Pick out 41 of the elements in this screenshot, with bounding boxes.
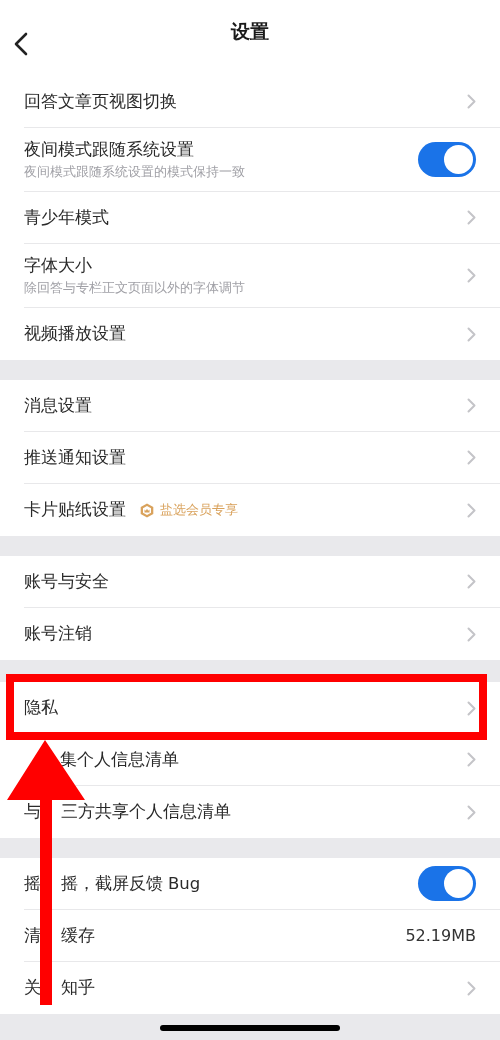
- setting-label: 回答文章页视图切换: [24, 90, 177, 113]
- chevron-icon: [467, 804, 476, 820]
- setting-label: 消息设置: [24, 394, 92, 417]
- chevron-icon: [467, 574, 476, 589]
- setting-label: 三方共享个人信息清单: [60, 801, 231, 823]
- setting-label: 隐私: [24, 697, 58, 719]
- cache-size: 52.19MB: [405, 926, 476, 945]
- toggle-switch[interactable]: [418, 866, 476, 901]
- setting-label: 推送通知设置: [24, 446, 126, 469]
- member-label: 盐选会员专享: [160, 501, 238, 519]
- setting-label: 知乎: [60, 977, 95, 999]
- setting-label: 视频播放设置: [24, 323, 126, 345]
- setting-label: 夜间模式跟随系统设置: [24, 138, 194, 161]
- chevron-icon: [467, 398, 476, 413]
- setting-label: 卡片贴纸设置: [24, 499, 126, 521]
- chevron-icon: [467, 94, 476, 109]
- setting-label: 字体大小: [24, 254, 92, 277]
- chevron-icon: [467, 502, 476, 518]
- crown-icon: [140, 502, 154, 518]
- setting-label: 关: [24, 977, 41, 999]
- chevron-icon: [467, 268, 476, 283]
- setting-label: 清: [24, 924, 41, 947]
- setting-label: 与: [24, 801, 41, 823]
- back-icon[interactable]: [14, 32, 28, 56]
- setting-label: 账号注销: [24, 623, 92, 645]
- page-title: 设置: [231, 19, 269, 44]
- setting-description: 除回答与专栏正文页面以外的字体调节: [24, 279, 245, 297]
- chevron-icon: [467, 326, 476, 342]
- chevron-icon: [467, 450, 476, 465]
- setting-label: 青少年模式: [24, 206, 109, 229]
- chevron-icon: [467, 700, 476, 716]
- setting-label: 账号与安全: [24, 570, 109, 593]
- chevron-icon: [467, 752, 476, 767]
- setting-label: 缓存: [60, 924, 95, 947]
- toggle-switch[interactable]: [418, 142, 476, 177]
- chevron-icon: [467, 210, 476, 225]
- chevron-icon: [467, 980, 476, 996]
- chevron-icon: [467, 626, 476, 642]
- setting-label: 集个人信息清单: [60, 748, 180, 771]
- setting-label: 摇，截屏反馈 Bug: [60, 872, 201, 895]
- setting-label: 摇: [24, 872, 41, 895]
